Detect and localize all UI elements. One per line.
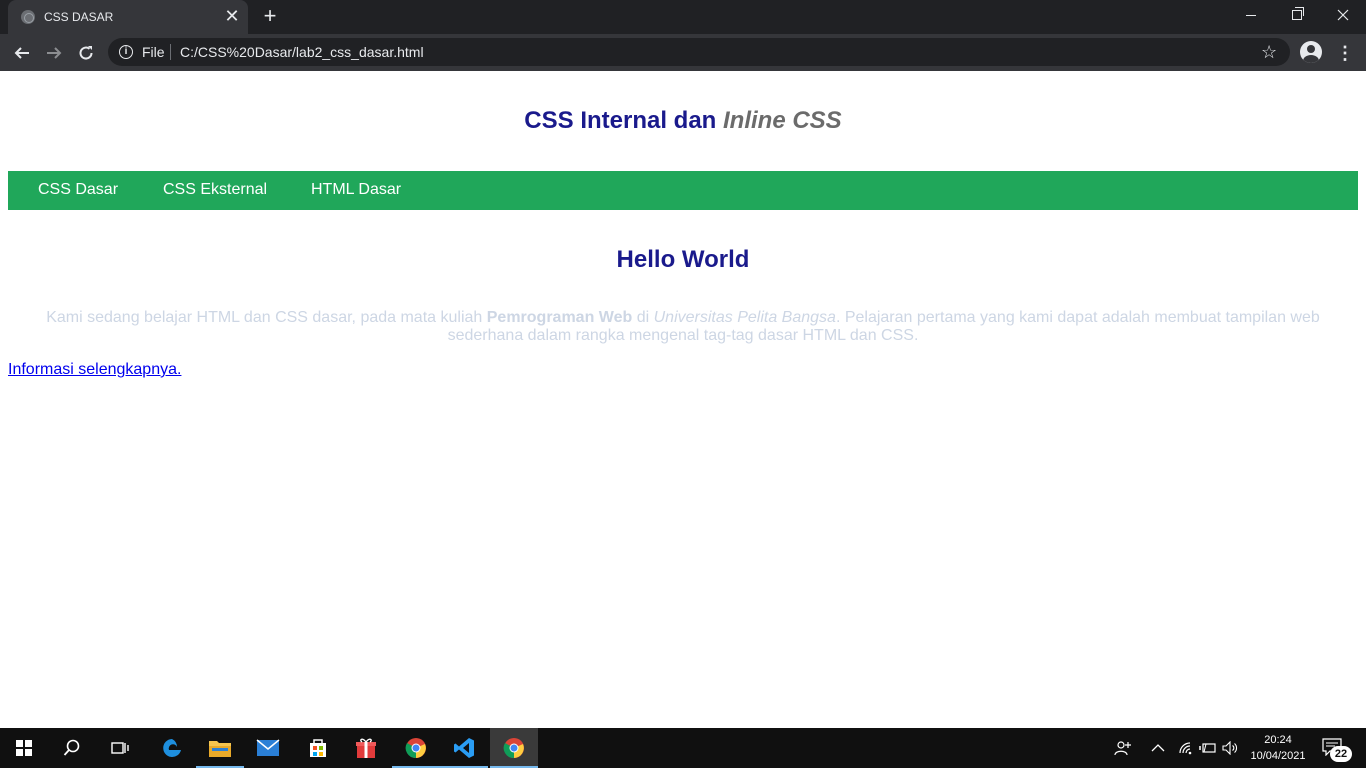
browser-tab[interactable]: CSS DASAR ✕ (8, 0, 248, 34)
battery-glyph (1199, 743, 1216, 753)
paragraph-text-2: di (632, 309, 654, 326)
chevron-up-icon[interactable] (1151, 728, 1165, 768)
paragraph-bold: Pemrograman Web (486, 309, 633, 326)
notification-count-badge: 22 (1330, 746, 1352, 762)
vscode-app[interactable] (440, 728, 488, 768)
intro-paragraph: Kami sedang belajar HTML dan CSS dasar, … (8, 309, 1358, 345)
gift-app[interactable] (342, 728, 390, 768)
back-arrow-icon (14, 47, 29, 59)
address-bar[interactable]: i File C:/CSS%20Dasar/lab2_css_dasar.htm… (108, 38, 1290, 66)
start-button[interactable] (0, 728, 48, 768)
more-info-link[interactable]: Informasi selengkapnya. (8, 361, 181, 379)
search-icon (63, 739, 80, 756)
clock-time: 20:24 (1264, 734, 1292, 746)
tab-title: CSS DASAR (44, 10, 114, 24)
store-app[interactable] (294, 728, 342, 768)
minimize-button[interactable] (1228, 0, 1274, 30)
wifi-icon[interactable] (1178, 728, 1194, 768)
menu-icon[interactable]: ⋮ (1336, 41, 1354, 65)
task-view-icon (111, 742, 129, 754)
url-scheme-label: File (142, 44, 165, 60)
paragraph-text-1: Kami sedang belajar HTML dan CSS dasar, … (46, 309, 487, 326)
mail-app[interactable] (244, 728, 292, 768)
store-icon (310, 739, 326, 757)
edge-app[interactable] (148, 728, 196, 768)
volume-glyph (1222, 741, 1237, 755)
url-text[interactable]: C:/CSS%20Dasar/lab2_css_dasar.html (180, 44, 424, 60)
chrome-icon (405, 738, 426, 759)
chrome-app-active[interactable] (490, 728, 538, 768)
chrome-app[interactable] (392, 728, 440, 768)
restore-button[interactable] (1274, 0, 1320, 30)
search-button[interactable] (48, 728, 96, 768)
volume-icon[interactable] (1222, 728, 1238, 768)
reload-button[interactable] (74, 41, 98, 65)
menu-item-html-dasar[interactable]: HTML Dasar (311, 181, 401, 199)
windows-taskbar: 20:24 10/04/2021 22 (0, 728, 1366, 768)
paragraph-italic: Universitas Pelita Bangsa (653, 309, 836, 326)
back-button[interactable] (10, 41, 34, 65)
system-clock[interactable]: 20:24 10/04/2021 (1240, 732, 1316, 764)
battery-icon[interactable] (1199, 728, 1217, 768)
menu-item-css-dasar[interactable]: CSS Dasar (38, 181, 118, 199)
windows-icon (16, 740, 32, 756)
info-icon[interactable]: i (119, 45, 133, 59)
profile-icon[interactable] (1300, 41, 1322, 63)
close-icon (1337, 9, 1349, 21)
wifi-glyph (1179, 742, 1192, 755)
browser-tab-strip: CSS DASAR ✕ + (0, 0, 1366, 34)
reload-icon (79, 46, 93, 60)
section-heading: Hello World (616, 246, 750, 273)
new-tab-button[interactable]: + (259, 5, 281, 27)
nav-menu: CSS Dasar CSS Eksternal HTML Dasar (8, 171, 1358, 210)
browser-toolbar: i File C:/CSS%20Dasar/lab2_css_dasar.htm… (0, 34, 1366, 71)
page-title-text: CSS Internal dan (524, 107, 723, 134)
file-explorer-app[interactable] (196, 728, 244, 768)
restore-icon (1292, 7, 1304, 20)
minimize-icon (1246, 14, 1256, 16)
close-window-button[interactable] (1320, 0, 1366, 30)
task-view-button[interactable] (96, 728, 144, 768)
vscode-icon (454, 738, 474, 758)
folder-icon (209, 741, 231, 757)
globe-icon (21, 10, 35, 24)
tab-close-icon[interactable]: ✕ (224, 7, 240, 25)
address-separator (170, 44, 171, 60)
clock-date: 10/04/2021 (1250, 750, 1306, 762)
chevron-glyph (1151, 744, 1165, 752)
edge-icon (163, 739, 181, 757)
mail-icon (256, 739, 280, 756)
page-title-italic: Inline CSS (723, 107, 842, 134)
star-icon[interactable]: ☆ (1261, 42, 1277, 62)
web-page: CSS Internal dan Inline CSS CSS Dasar CS… (0, 71, 1366, 728)
people-glyph (1114, 741, 1131, 756)
gift-icon (356, 738, 376, 758)
chrome-icon (503, 738, 524, 759)
forward-arrow-icon (47, 47, 62, 59)
page-title: CSS Internal dan Inline CSS (0, 107, 1366, 135)
menu-item-css-eksternal[interactable]: CSS Eksternal (163, 181, 267, 199)
people-icon[interactable] (1114, 728, 1132, 768)
forward-button[interactable] (42, 41, 66, 65)
